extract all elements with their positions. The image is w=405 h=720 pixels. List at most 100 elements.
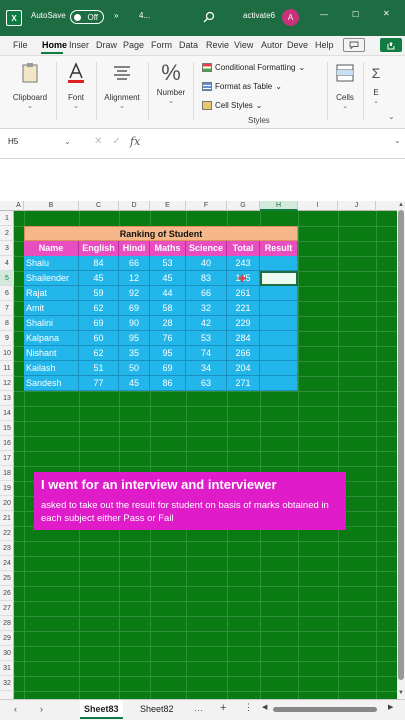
- vertical-scroll-thumb[interactable]: [398, 210, 404, 680]
- score-cell[interactable]: 34: [186, 361, 227, 376]
- score-cell[interactable]: 62: [79, 301, 119, 316]
- row-header-3[interactable]: 3: [0, 241, 14, 256]
- score-cell[interactable]: 86: [150, 376, 186, 391]
- column-label-total[interactable]: Total: [227, 241, 260, 256]
- score-cell[interactable]: 53: [186, 331, 227, 346]
- score-cell[interactable]: 84: [79, 256, 119, 271]
- score-cell[interactable]: 77: [79, 376, 119, 391]
- score-cell[interactable]: 42: [186, 316, 227, 331]
- student-name-cell[interactable]: Nishant: [24, 346, 79, 361]
- student-name-cell[interactable]: Shalini: [24, 316, 79, 331]
- score-cell[interactable]: 90: [119, 316, 150, 331]
- row-header-21[interactable]: 21: [0, 511, 14, 526]
- score-cell[interactable]: 69: [79, 316, 119, 331]
- row-header-27[interactable]: 27: [0, 601, 14, 616]
- tab-help[interactable]: Help: [315, 40, 334, 50]
- score-cell[interactable]: 35: [119, 346, 150, 361]
- chevron-down-icon[interactable]: ⌄: [394, 136, 401, 145]
- column-header-a[interactable]: A: [14, 201, 24, 211]
- score-cell[interactable]: 40: [186, 256, 227, 271]
- result-cell[interactable]: [260, 331, 298, 346]
- score-cell[interactable]: 243: [227, 256, 260, 271]
- column-label-english[interactable]: English: [79, 241, 119, 256]
- row-header-19[interactable]: 19: [0, 481, 14, 496]
- score-cell[interactable]: 45: [119, 376, 150, 391]
- row-header-25[interactable]: 25: [0, 571, 14, 586]
- result-cell[interactable]: [260, 376, 298, 391]
- score-cell[interactable]: 50: [119, 361, 150, 376]
- tab-file[interactable]: File: [13, 40, 28, 50]
- student-name-cell[interactable]: Shalu: [24, 256, 79, 271]
- scroll-up-icon[interactable]: ▲: [398, 202, 404, 208]
- search-icon[interactable]: [201, 9, 217, 25]
- row-header-26[interactable]: 26: [0, 586, 14, 601]
- name-box[interactable]: H5: [8, 137, 18, 146]
- row-header-1[interactable]: 1: [0, 211, 14, 226]
- sheet-options-icon[interactable]: ⋮: [244, 702, 253, 713]
- score-cell[interactable]: 74: [186, 346, 227, 361]
- score-cell[interactable]: 62: [79, 346, 119, 361]
- autosave-toggle[interactable]: Off: [70, 10, 104, 24]
- tab-review[interactable]: Revie: [206, 40, 229, 50]
- tab-automate[interactable]: Autor: [261, 40, 283, 50]
- tab-sheet82[interactable]: Sheet82: [136, 700, 178, 719]
- row-header-30[interactable]: 30: [0, 646, 14, 661]
- row-header-13[interactable]: 13: [0, 391, 14, 406]
- row-header-22[interactable]: 22: [0, 526, 14, 541]
- column-header-d[interactable]: D: [119, 201, 150, 211]
- ribbon-collapse-icon[interactable]: ⌄: [388, 112, 395, 121]
- score-cell[interactable]: 45: [79, 271, 119, 286]
- score-cell[interactable]: 60: [79, 331, 119, 346]
- score-cell[interactable]: 95: [119, 331, 150, 346]
- tab-formulas[interactable]: Form: [151, 40, 172, 50]
- cell-styles-button[interactable]: Cell Styles ⌄: [202, 101, 263, 110]
- scroll-left-icon[interactable]: ◀: [262, 703, 267, 711]
- score-cell[interactable]: 69: [119, 301, 150, 316]
- score-cell[interactable]: 51: [79, 361, 119, 376]
- column-header-c[interactable]: C: [79, 201, 119, 211]
- score-cell[interactable]: 59: [79, 286, 119, 301]
- more-sheets-icon[interactable]: …: [194, 703, 203, 713]
- score-cell[interactable]: 83: [186, 271, 227, 286]
- formula-cancel-confirm-icons[interactable]: ✕✓: [94, 136, 131, 147]
- worksheet-grid[interactable]: ABCDEFGHIJ 1 2 3 4 5 6 7 8 9 10 11 12 13 14 15 16 17 18 19…: [0, 201, 397, 699]
- format-as-table-button[interactable]: Format as Table ⌄: [202, 82, 282, 91]
- row-header-12[interactable]: 12: [0, 376, 14, 391]
- row-header-32[interactable]: 32: [0, 676, 14, 691]
- row-header-16[interactable]: 16: [0, 436, 14, 451]
- row-header-18[interactable]: 18: [0, 466, 14, 481]
- score-cell[interactable]: 229: [227, 316, 260, 331]
- column-header-b[interactable]: B: [24, 201, 79, 211]
- result-cell[interactable]: [260, 361, 298, 376]
- tab-insert[interactable]: Inser: [69, 40, 89, 50]
- score-cell[interactable]: 28: [150, 316, 186, 331]
- minimize-button[interactable]: —: [320, 10, 328, 19]
- column-header-j[interactable]: J: [338, 201, 376, 211]
- scroll-down-icon[interactable]: ▼: [398, 690, 404, 696]
- score-cell[interactable]: 266: [227, 346, 260, 361]
- row-header-23[interactable]: 23: [0, 541, 14, 556]
- row-header-15[interactable]: 15: [0, 421, 14, 436]
- row-header-10[interactable]: 10: [0, 346, 14, 361]
- result-cell[interactable]: [260, 256, 298, 271]
- result-cell[interactable]: [260, 346, 298, 361]
- tab-sheet83[interactable]: Sheet83: [80, 700, 123, 719]
- score-cell[interactable]: 12: [119, 271, 150, 286]
- row-header-11[interactable]: 11: [0, 361, 14, 376]
- horizontal-scroll-thumb[interactable]: [273, 707, 377, 712]
- chevron-down-icon[interactable]: ⌄: [64, 137, 71, 146]
- score-cell[interactable]: 44: [150, 286, 186, 301]
- row-header-6[interactable]: 6: [0, 286, 14, 301]
- score-cell[interactable]: 32: [186, 301, 227, 316]
- score-cell[interactable]: 221: [227, 301, 260, 316]
- tab-data[interactable]: Data: [179, 40, 198, 50]
- cells-group[interactable]: Cells ⌄: [333, 62, 357, 110]
- tab-page-layout[interactable]: Page: [123, 40, 144, 50]
- score-cell[interactable]: 92: [119, 286, 150, 301]
- column-label-science[interactable]: Science: [186, 241, 227, 256]
- clipboard-group[interactable]: Clipboard ⌄: [10, 62, 50, 110]
- tab-view[interactable]: View: [234, 40, 253, 50]
- student-name-cell[interactable]: Kalpana: [24, 331, 79, 346]
- tab-home[interactable]: Home: [42, 40, 67, 50]
- row-header-7[interactable]: 7: [0, 301, 14, 316]
